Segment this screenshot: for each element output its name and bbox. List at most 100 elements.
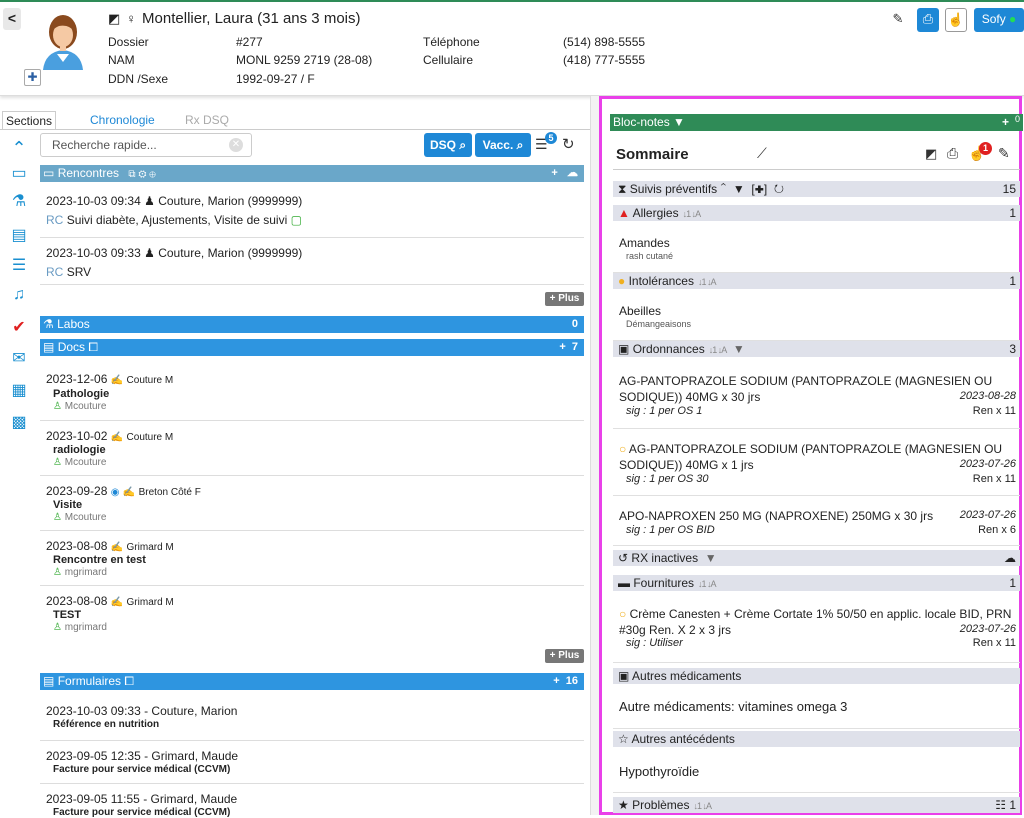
allergies-header[interactable]: ▲ Allergies ↓1 ↓A 1 xyxy=(613,205,1020,221)
form-desc: Référence en nutrition xyxy=(53,719,160,730)
supply-line2: #30g Ren. X 2 x 3 jrs xyxy=(619,623,732,637)
labos-count: 0 xyxy=(571,318,578,330)
formulaires-actions[interactable]: + 16 xyxy=(553,673,578,690)
bell-icon[interactable]: ♫ xyxy=(9,285,29,305)
sort-numeric-icon[interactable]: ↓1 ↓A xyxy=(683,209,701,219)
list-item[interactable]: 2023-10-03 09:33 ♟ Couture, Marion (9999… xyxy=(40,238,584,285)
back-button[interactable]: < xyxy=(3,8,21,30)
female-icon: ♀ xyxy=(126,11,137,26)
autres-meds-header[interactable]: ▣ Autres médicaments xyxy=(613,668,1020,684)
doc-line: 2023-12-06 ✍ Couture M xyxy=(46,372,173,386)
tab-rx-dsq[interactable]: Rx DSQ xyxy=(181,111,233,130)
fingerprint-icon[interactable]: ☝ xyxy=(945,8,967,32)
chevron-up-icon[interactable]: ⌃ xyxy=(721,182,727,196)
filter-icon[interactable]: ▼ xyxy=(733,182,745,196)
hidden-eye-icon: ◉ xyxy=(110,487,120,498)
pencil-icon[interactable]: ✎ xyxy=(888,8,908,32)
scan-icon[interactable]: ⧠ xyxy=(124,674,134,688)
refresh-icon[interactable]: ↻ xyxy=(562,135,575,153)
sort-icon[interactable]: ↓1 ↓A xyxy=(698,579,716,589)
document-icon[interactable]: ▤ xyxy=(9,226,29,246)
formulaires-header[interactable]: ▤ Formulaires ⧠ + 16 xyxy=(40,673,584,690)
list-item[interactable]: 2023-09-05 11:55 - Grimard, Maude Factur… xyxy=(40,784,584,818)
list-item[interactable]: 2023-10-03 09:33 - Couture, Marion Référ… xyxy=(40,698,584,741)
allergies-count: 1 xyxy=(1009,206,1016,220)
dsq-button[interactable]: DSQ ⌕ xyxy=(424,133,472,157)
ordonnances-header[interactable]: ▣ Ordonnances ↓1 ↓A ▼ 3 xyxy=(613,341,1020,357)
problemes-header[interactable]: ★ Problèmes ↓1 ↓A ☷ 1 xyxy=(613,797,1020,813)
sort-icon[interactable]: ↓1 ↓A xyxy=(709,345,727,355)
pencil-icon[interactable]: ✎ xyxy=(998,145,1010,162)
list-item[interactable]: Hypothyroïdie xyxy=(613,749,1020,793)
refresh-icon[interactable]: ↻ xyxy=(774,182,784,196)
add-bracket-icon[interactable]: [✚] xyxy=(751,182,767,196)
sliders-icon[interactable]: ☷ xyxy=(995,798,1006,812)
vacc-button[interactable]: Vacc. ⌕ xyxy=(475,133,531,157)
docs-more-button[interactable]: + Plus xyxy=(545,649,584,663)
check-circle-icon[interactable]: ✔ xyxy=(9,318,29,338)
bloc-notes-header[interactable]: Bloc-notes ▼ + 0 xyxy=(610,114,1023,131)
rencontres-actions[interactable]: + ☁ xyxy=(551,165,578,182)
scan-icon[interactable]: ⧠ xyxy=(88,340,98,354)
autres-ant-header[interactable]: ☆ Autres antécédents xyxy=(613,731,1020,747)
edit-square-icon[interactable]: ◩ xyxy=(108,11,120,26)
tab-sections[interactable]: Sections xyxy=(2,111,57,130)
list-icon[interactable]: ☰ xyxy=(9,256,29,276)
docs-actions[interactable]: + 7 xyxy=(559,339,578,356)
clear-search-icon[interactable]: ✕ xyxy=(229,138,243,152)
tab-chronologie[interactable]: Chronologie xyxy=(86,111,159,130)
filter-icon[interactable]: ▼ xyxy=(733,342,745,356)
rencontres-header[interactable]: ▭ Rencontres ⧉ ⚙ ⊕ + ☁ xyxy=(40,165,584,182)
intolerances-header[interactable]: ● Intolérances ↓1 ↓A 1 xyxy=(613,273,1020,289)
list-item[interactable]: 2023-10-02 ✍ Couture M radiologie ♙ Mcou… xyxy=(40,421,584,476)
list-item[interactable]: ○ AG-PANTOPRAZOLE SODIUM (PANTOPRAZOLE (… xyxy=(613,429,1020,496)
flask-icon[interactable]: ⚗ xyxy=(9,192,29,212)
formulaires-count: 16 xyxy=(565,675,578,687)
calendar-icon[interactable]: ▦ xyxy=(9,381,29,401)
list-item[interactable]: AG-PANTOPRAZOLE SODIUM (PANTOPRAZOLE (MA… xyxy=(613,359,1020,429)
edit-box-icon[interactable]: ◩ xyxy=(925,146,937,162)
labos-header[interactable]: ⚗ Labos 0 xyxy=(40,316,584,333)
list-item[interactable]: ○ Crème Canesten + Crème Cortate 1% 50/5… xyxy=(613,593,1020,663)
share-icon[interactable]: ⧉ ⚙ ⊕ xyxy=(128,169,155,180)
calculator-icon[interactable]: ▩ xyxy=(9,413,29,433)
patient-avatar xyxy=(43,15,83,70)
list-item[interactable]: APO-NAPROXEN 250 MG (NAPROXENE) 250MG x … xyxy=(613,496,1020,546)
print-icon[interactable]: ⎙ xyxy=(947,145,958,162)
bloc-notes-title: Bloc-notes xyxy=(613,115,670,129)
sofy-button[interactable]: Sofy ● xyxy=(974,8,1024,32)
filter-icon[interactable]: ▼ xyxy=(705,551,717,565)
medical-cross-icon[interactable]: ✚ xyxy=(24,69,41,86)
list-item[interactable]: 2023-09-05 12:35 - Grimard, Maude Factur… xyxy=(40,741,584,784)
list-item[interactable]: Amandes rash cutané xyxy=(613,223,1020,273)
rx-inactives-header[interactable]: ↺ RX inactives ▼ ☁ xyxy=(613,550,1020,566)
filter-icon[interactable]: ▼ xyxy=(673,115,685,129)
form-desc: Facture pour service médical (CCVM) xyxy=(53,807,231,818)
suivis-header[interactable]: ⧗ Suivis préventifs ⌃ ▼ [✚] ↻ 15 xyxy=(613,181,1020,197)
sort-icon[interactable]: ↓1 ↓A xyxy=(698,277,716,287)
list-item[interactable]: 2023-08-08 ✍ Grimard M TEST ♙ mgrimard xyxy=(40,586,584,641)
list-item[interactable]: Abeilles Démangeaisons xyxy=(613,291,1020,341)
mail-icon[interactable]: ✉ xyxy=(9,349,29,369)
rx-sig: sig : 1 per OS 1 xyxy=(626,405,703,417)
docs-header[interactable]: ▤ Docs ⧠ + 7 xyxy=(40,339,584,356)
list-item[interactable]: Autre médicaments: vitamines omega 3 xyxy=(613,686,1020,729)
fournitures-header[interactable]: ▬ Fournitures ↓1 ↓A 1 xyxy=(613,575,1020,591)
list-item[interactable]: 2023-08-08 ✍ Grimard M Rencontre en test… xyxy=(40,531,584,586)
chart-icon[interactable]: ⟋ xyxy=(757,145,767,162)
panel-divider[interactable] xyxy=(590,96,599,815)
doc-author: Couture M xyxy=(126,432,174,443)
cloud-icon[interactable]: ☁ xyxy=(1004,550,1016,566)
add-note-icon[interactable]: + xyxy=(1002,114,1009,131)
rencontres-more-button[interactable]: + Plus xyxy=(545,292,584,306)
list-item[interactable]: 2023-12-06 ✍ Couture M Pathologie ♙ Mcou… xyxy=(40,366,584,421)
list-item[interactable]: 2023-10-03 09:34 ♟ Couture, Marion (9999… xyxy=(40,190,584,238)
search-input[interactable]: Recherche rapide... xyxy=(40,133,252,157)
sort-icon[interactable]: ↓1 ↓A xyxy=(693,801,711,811)
collapse-up-icon[interactable]: ⌃ xyxy=(9,138,29,158)
folder-icon[interactable]: ▭ xyxy=(9,164,29,184)
print-button[interactable]: ⎙ xyxy=(917,8,939,32)
doc-user-name: mgrimard xyxy=(64,622,107,633)
list-item[interactable]: 2023-09-28 ◉ ✍ Breton Côté F Visite ♙ Mc… xyxy=(40,476,584,531)
document-icon: ▤ xyxy=(43,340,55,354)
